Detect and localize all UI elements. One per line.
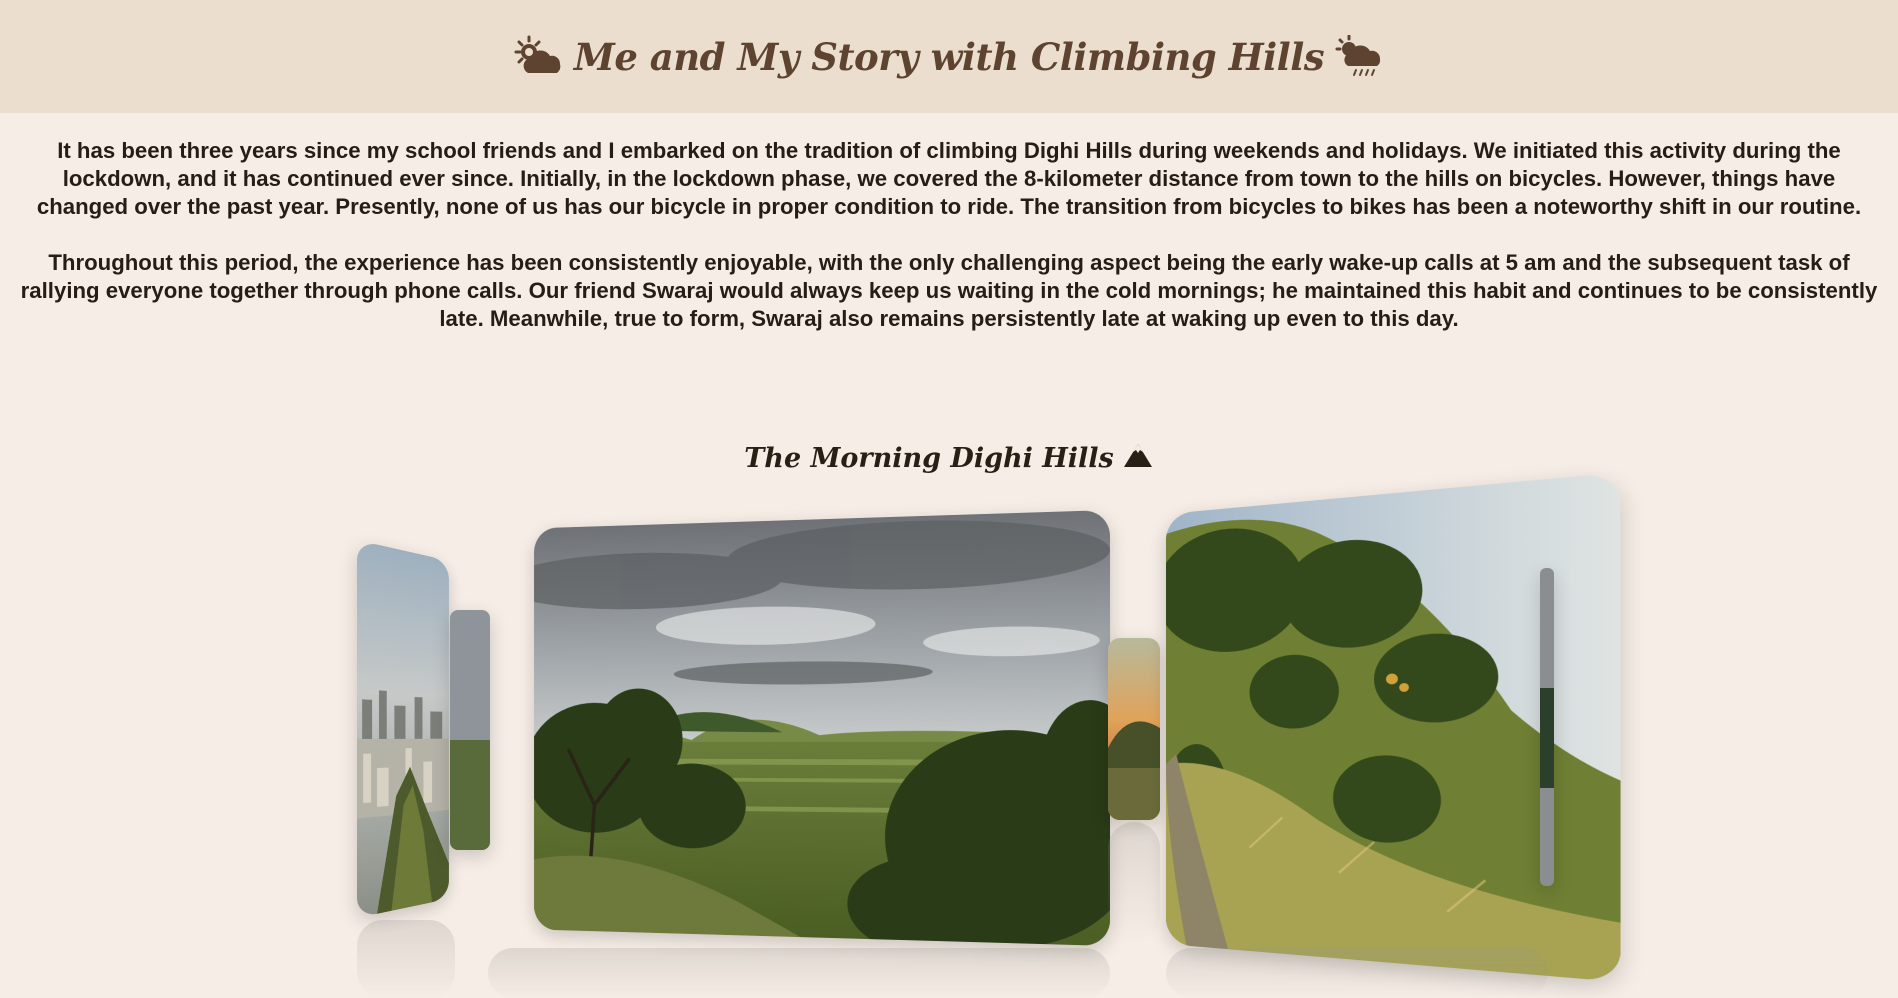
- hidden-photo-right[interactable]: [1540, 568, 1554, 886]
- story-paragraph-2: Throughout this period, the experience h…: [20, 250, 1878, 331]
- story-paragraph-1: It has been three years since my school …: [36, 138, 1862, 219]
- gallery-title: The Morning Dighi Hills: [0, 441, 1898, 476]
- city-view-reflection: [357, 920, 455, 998]
- sunrise-reflection: [1108, 822, 1160, 942]
- mountain-icon: [1122, 441, 1154, 476]
- story-section: It has been three years since my school …: [0, 113, 1898, 333]
- hill-slope-reflection: [1166, 948, 1548, 998]
- valley-view-reflection: [488, 948, 1110, 998]
- gallery-title-text: The Morning Dighi Hills: [744, 443, 1114, 474]
- page-header: Me and My Story with Climbing Hills: [0, 0, 1898, 113]
- page-title: Me and My Story with Climbing Hills: [512, 34, 1386, 79]
- sun-behind-cloud-icon: [512, 35, 564, 79]
- cloud-with-rain-icon: [1334, 34, 1386, 79]
- hidden-photo-left[interactable]: [450, 610, 490, 850]
- photo-carousel[interactable]: [0, 472, 1898, 998]
- valley-view-photo[interactable]: [534, 510, 1110, 946]
- city-view-photo[interactable]: [357, 540, 449, 918]
- page-title-text: Me and My Story with Climbing Hills: [573, 34, 1325, 79]
- sunrise-photo[interactable]: [1108, 638, 1160, 820]
